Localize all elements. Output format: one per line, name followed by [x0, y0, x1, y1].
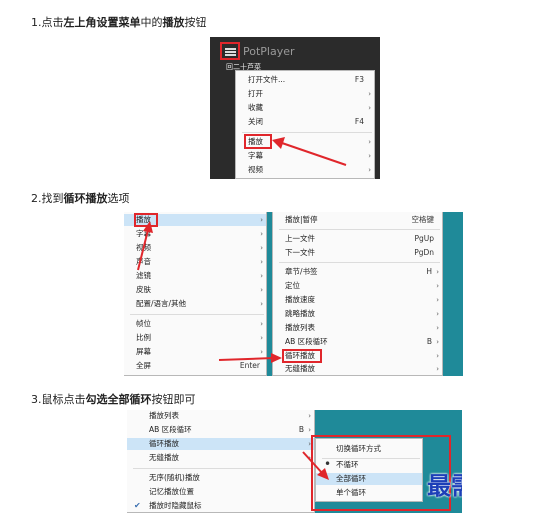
step-1-text: 1.点击左上角设置菜单中的播放按钮 — [31, 16, 207, 29]
screenshot-1: PotPlayer 回二十芦菜 打开文件... F3 打开 › 收藏 › 关闭 F4 播… — [210, 37, 380, 179]
arrow-to-loop-all — [302, 451, 329, 480]
screenshot-3: 播放列表› AB 区段循环B› 循环播放› 无缝播放› 无序(随机)播放 记忆播… — [127, 410, 462, 513]
arrow-to-playback — [272, 137, 347, 166]
watermark: 最需教育 — [427, 471, 462, 500]
screenshot-2: 播放› 字幕› 视频› 声音› 滤镜› 皮肤› 配置/语言/其他› 帧位› 比例… — [124, 212, 463, 376]
step-2-arrows — [137, 221, 282, 363]
step-3-text: 3.鼠标点击勾选全部循环按钮即可 — [31, 393, 196, 406]
step-2-text: 2.找到循环播放选项 — [31, 192, 130, 205]
